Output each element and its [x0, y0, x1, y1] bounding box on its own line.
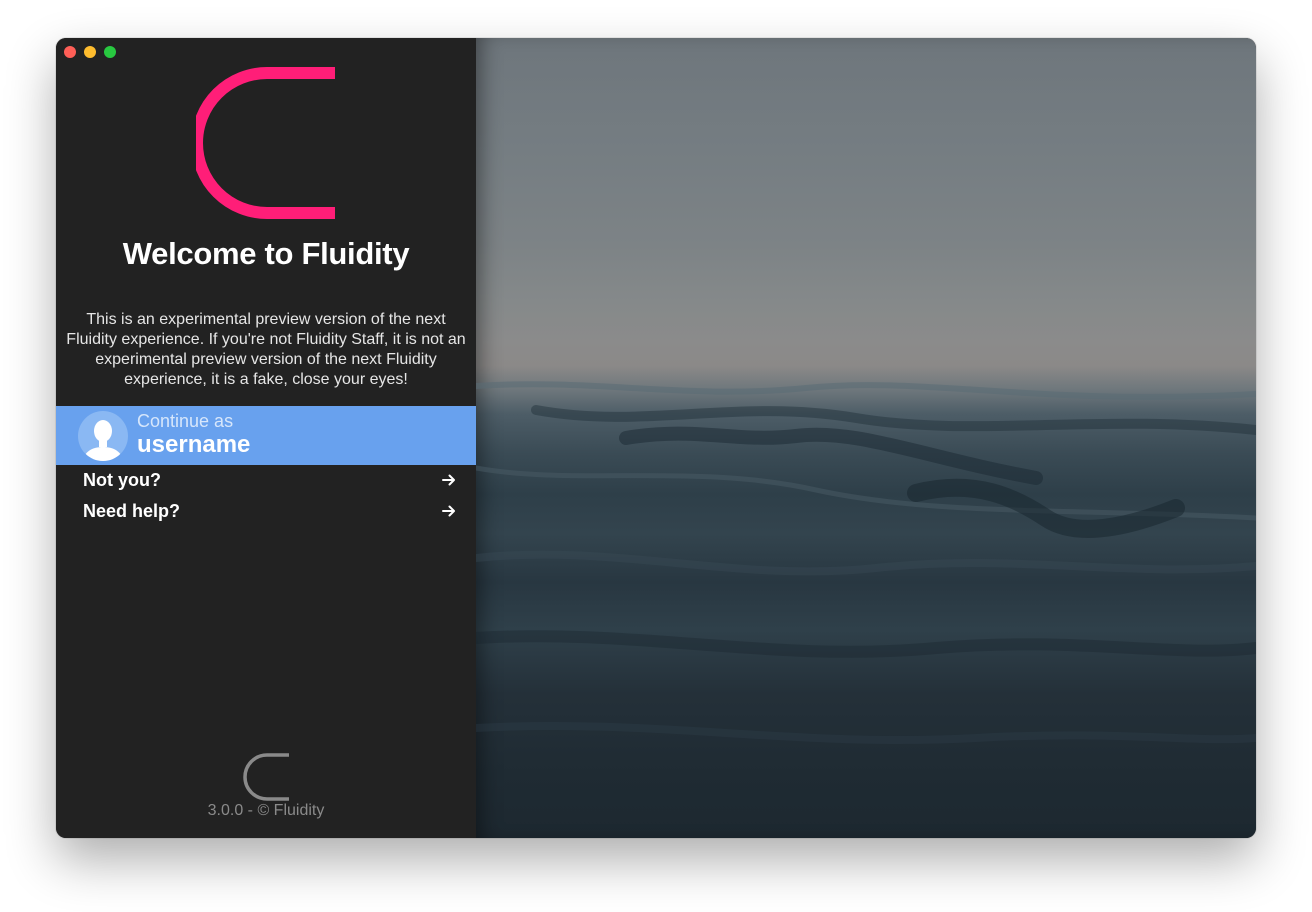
need-help-label: Need help? — [83, 500, 181, 521]
arrow-right-icon — [442, 474, 455, 486]
user-avatar-icon — [78, 411, 128, 461]
login-sidebar: Welcome to Fluidity This is an experimen… — [56, 38, 476, 838]
minimize-window-button[interactable] — [84, 46, 96, 58]
maximize-window-button[interactable] — [104, 46, 116, 58]
version-text: 3.0.0 - © Fluidity — [207, 802, 325, 819]
not-you-label: Not you? — [83, 469, 161, 490]
arrow-right-icon — [442, 505, 455, 517]
welcome-title: Welcome to Fluidity — [122, 236, 410, 271]
fluidity-logo-small-icon — [243, 753, 289, 801]
continue-as-label: Continue as — [137, 411, 234, 431]
not-you-link[interactable]: Not you? — [83, 467, 456, 493]
window-controls — [64, 46, 116, 58]
background-sea-photo — [476, 38, 1256, 838]
continue-as-button[interactable]: Continue as username — [56, 406, 476, 465]
description-text: This is an experimental preview version … — [66, 311, 466, 388]
close-window-button[interactable] — [64, 46, 76, 58]
username-label: username — [137, 431, 251, 458]
need-help-link[interactable]: Need help? — [83, 498, 456, 524]
app-window: Welcome to Fluidity This is an experimen… — [56, 38, 1256, 838]
fluidity-logo-icon — [196, 67, 335, 219]
